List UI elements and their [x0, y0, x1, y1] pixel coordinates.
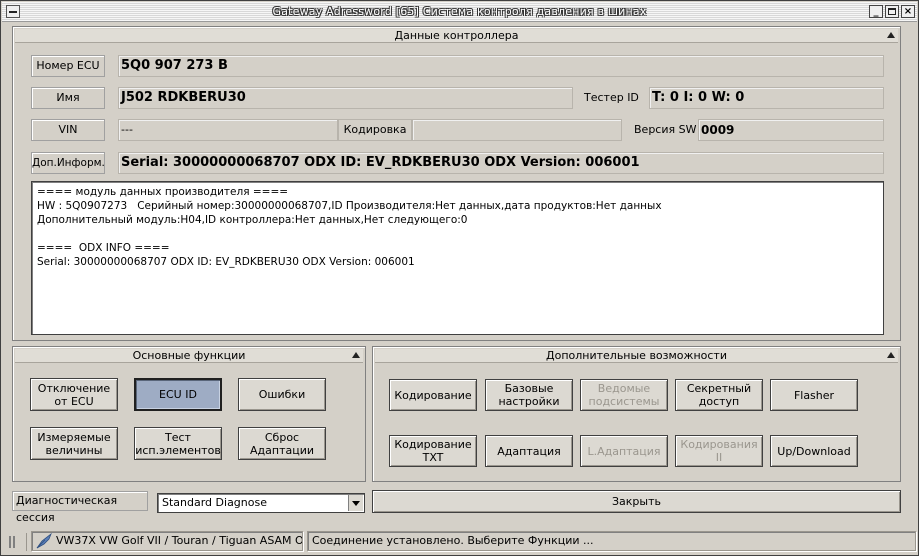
sw-version-label: Версия SW — [634, 123, 697, 136]
tester-id-value: T: 0 I: 0 W: 0 — [649, 87, 884, 109]
extra-functions-header[interactable]: Дополнительные возможности — [375, 349, 898, 363]
reset-adaptation-button[interactable]: Сброс Адаптации — [238, 427, 326, 460]
diag-session-label: Диагностическая сессия — [12, 491, 148, 524]
ecu-number-value: 5Q0 907 273 B — [118, 55, 884, 77]
main-functions-title: Основные функции — [132, 349, 246, 362]
controller-data-header[interactable]: Данные контроллера — [15, 29, 898, 43]
grip-handle — [5, 533, 27, 551]
title-bar[interactable]: Gateway Adressword [65] Система контроля… — [2, 2, 917, 22]
quill-icon — [36, 532, 52, 549]
ecu-number-label: Номер ECU — [31, 55, 105, 77]
status-message-cell: Соединение установлено. Выберите Функции… — [307, 531, 916, 551]
tester-id-label: Тестер ID — [584, 91, 639, 104]
controller-data-panel: Данные контроллера Номер ECU 5Q0 907 273… — [12, 26, 901, 341]
subsystems-button[interactable]: Ведомые подсистемы — [580, 379, 668, 411]
extra-functions-title: Дополнительные возможности — [546, 349, 727, 362]
adaptation-button[interactable]: Адаптация — [485, 435, 573, 467]
main-functions-panel: Основные функции Отключение от ECU ECU I… — [12, 346, 366, 482]
collapse-arrow-icon[interactable] — [352, 352, 360, 358]
security-access-button[interactable]: Секретный доступ — [675, 379, 763, 411]
l-adaptation-button[interactable]: L.Адаптация — [580, 435, 668, 467]
extra-info-value: Serial: 30000000068707 ODX ID: EV_RDKBER… — [118, 152, 884, 174]
minimize-icon[interactable]: _ — [869, 5, 883, 18]
window-title: Gateway Adressword [65] Система контроля… — [272, 5, 647, 18]
extra-info-label: Доп.Информ. — [31, 152, 105, 174]
main-functions-header[interactable]: Основные функции — [15, 349, 363, 363]
flasher-button[interactable]: Flasher — [770, 379, 858, 411]
vin-value: --- — [118, 119, 338, 141]
coding-txt-button[interactable]: Кодирование TXT — [389, 435, 477, 467]
diag-session-select[interactable]: Standard Diagnose — [157, 493, 365, 513]
controller-data-title: Данные контроллера — [394, 29, 519, 42]
coding-label: Кодировка — [338, 119, 412, 141]
sw-version-value: 0009 — [698, 119, 884, 141]
main-window: Gateway Adressword [65] Система контроля… — [0, 0, 919, 556]
actuator-test-button[interactable]: Тест исп.элементов — [134, 427, 222, 460]
status-vehicle-cell: VW37X VW Golf VII / Touran / Tiguan ASAM… — [31, 531, 303, 551]
measured-values-button[interactable]: Измеряемые величины — [30, 427, 118, 460]
errors-button[interactable]: Ошибки — [238, 378, 326, 411]
dropdown-arrow-icon[interactable] — [348, 495, 363, 511]
status-message-text: Соединение установлено. Выберите Функции… — [312, 534, 594, 547]
close-button[interactable]: Закрыть — [372, 490, 901, 513]
coding-button[interactable]: Кодирование — [389, 379, 477, 411]
close-window-icon[interactable]: × — [901, 5, 915, 18]
extra-functions-panel: Дополнительные возможности Кодирование Б… — [372, 346, 901, 482]
name-value: J502 RDKBERU30 — [118, 87, 573, 109]
coding-ii-button[interactable]: Кодирования II — [675, 435, 763, 467]
status-vehicle-text: VW37X VW Golf VII / Touran / Tiguan ASAM… — [56, 534, 303, 547]
name-label: Имя — [31, 87, 105, 109]
collapse-arrow-icon[interactable] — [887, 32, 895, 38]
coding-value — [412, 119, 622, 141]
collapse-arrow-icon[interactable] — [887, 352, 895, 358]
basic-settings-button[interactable]: Базовые настройки — [485, 379, 573, 411]
info-textarea[interactable]: ==== модуль данных производителя ==== HW… — [31, 181, 884, 335]
diag-session-value: Standard Diagnose — [162, 496, 267, 509]
status-bar: VW37X VW Golf VII / Touran / Tiguan ASAM… — [5, 531, 916, 553]
maximize-icon[interactable] — [885, 5, 899, 18]
ecu-id-button[interactable]: ECU ID — [134, 378, 222, 411]
up-download-button[interactable]: Up/Download — [770, 435, 858, 467]
disconnect-ecu-button[interactable]: Отключение от ECU — [30, 378, 118, 411]
vin-label: VIN — [31, 119, 105, 141]
